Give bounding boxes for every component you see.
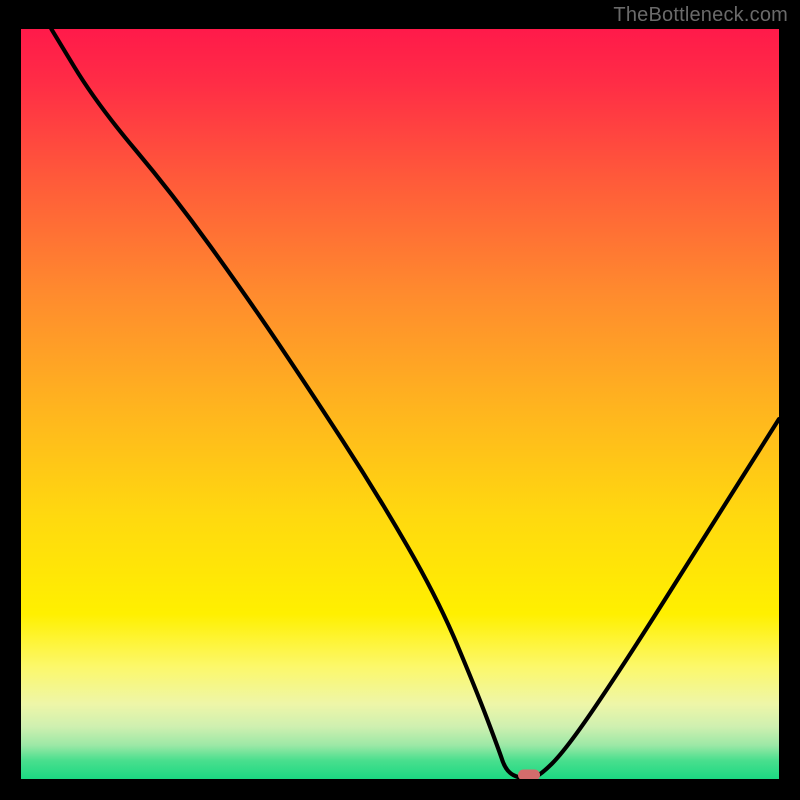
optimal-point-marker — [518, 770, 540, 779]
bottleneck-curve-path — [51, 29, 779, 779]
watermark-text: TheBottleneck.com — [613, 4, 788, 27]
chart-plot-area — [21, 29, 779, 779]
chart-frame — [18, 26, 782, 782]
stage: TheBottleneck.com — [0, 0, 800, 800]
chart-curve — [21, 29, 779, 779]
